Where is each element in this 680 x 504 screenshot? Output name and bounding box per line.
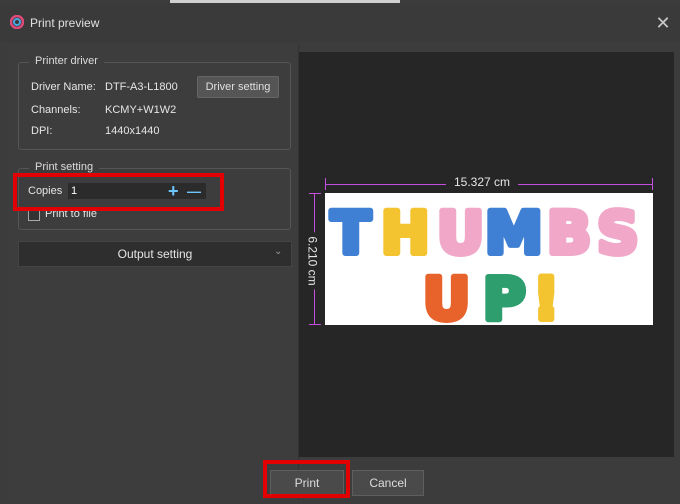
driver-name-label: Driver Name: — [31, 81, 96, 93]
height-dimension-tick-bottom — [309, 324, 321, 325]
copies-highlight-box — [13, 173, 224, 211]
driver-setting-button[interactable]: Driver setting — [197, 76, 279, 98]
line1-letter-4: B — [547, 199, 591, 267]
channels-value: KCMY+W1W2 — [105, 104, 177, 116]
line2-letter-2: ! — [533, 265, 559, 325]
window-title: Print preview — [30, 16, 100, 30]
print-highlight-box — [263, 460, 350, 498]
cancel-button[interactable]: Cancel — [352, 470, 424, 496]
title-bar: Print preview ✕ — [0, 4, 680, 42]
width-dimension-tick-left — [325, 178, 326, 190]
thumbs-up-artwork: T H U M B S U P! — [328, 196, 642, 325]
dpi-value: 1440x1440 — [105, 125, 160, 137]
width-dimension-label: 15.327 cm — [446, 175, 519, 189]
line1-letter-1: H — [381, 199, 430, 267]
printer-driver-legend: Printer driver — [29, 55, 104, 67]
output-setting-dropdown[interactable]: Output setting ⌄ — [18, 241, 292, 267]
line1-letter-0: T — [331, 199, 371, 267]
line1-letter-5: S — [597, 199, 639, 267]
line2-letter-1: P — [483, 265, 526, 325]
close-icon[interactable]: ✕ — [652, 12, 674, 34]
chevron-down-icon: ⌄ — [274, 246, 283, 257]
width-dimension-tick-right — [652, 178, 653, 190]
line2-letter-0: U — [423, 265, 470, 325]
line1-letter-2: U — [437, 199, 484, 267]
print-setting-legend: Print setting — [29, 161, 100, 173]
line1-letter-3: M — [485, 199, 543, 267]
driver-name-value: DTF-A3-L1800 — [105, 81, 178, 93]
height-dimension-tick-top — [309, 193, 321, 194]
top-edge-bar — [170, 0, 400, 3]
channels-label: Channels: — [31, 104, 81, 116]
output-setting-label: Output setting — [117, 247, 193, 261]
app-logo-icon — [10, 15, 24, 29]
height-dimension-label: 6.210 cm — [305, 232, 320, 290]
dpi-label: DPI: — [31, 125, 53, 137]
